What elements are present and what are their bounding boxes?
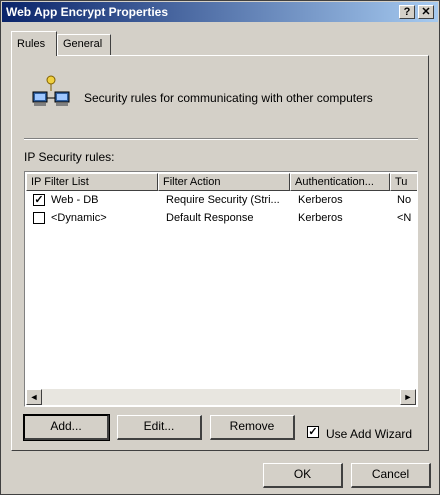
cell-filter-action: Require Security (Stri... <box>166 194 280 206</box>
separator <box>24 138 418 140</box>
use-add-wizard-label: Use Add Wizard <box>326 427 413 441</box>
description-text: Security rules for communicating with ot… <box>84 91 373 105</box>
cell-filter-list: Web - DB <box>51 194 99 206</box>
ip-rules-list[interactable]: IP Filter List Filter Action Authenticat… <box>24 171 418 407</box>
table-row[interactable]: ✓ Web - DB Require Security (Stri... Ker… <box>26 192 417 210</box>
table-row[interactable]: <Dynamic> Default Response Kerberos <N <box>26 210 417 228</box>
ip-security-rules-label: IP Security rules: <box>24 150 115 164</box>
cell-tunnel: No <box>397 194 412 206</box>
scroll-left-icon[interactable]: ◄ <box>26 389 42 405</box>
properties-dialog: Web App Encrypt Properties ? ✕ Rules Gen… <box>0 0 440 495</box>
cell-tunnel: <N <box>397 212 412 224</box>
cell-filter-list: <Dynamic> <box>51 212 107 224</box>
cell-authentication: Kerberos <box>298 212 343 224</box>
rule-checkbox-unchecked[interactable] <box>33 212 45 224</box>
add-button[interactable]: Add... <box>23 414 110 441</box>
rule-checkbox-checked[interactable]: ✓ <box>33 194 45 206</box>
horizontal-scrollbar[interactable]: ◄ ► <box>26 389 416 405</box>
column-header-authentication[interactable]: Authentication... <box>290 173 390 191</box>
ok-button[interactable]: OK <box>263 463 343 488</box>
cell-authentication: Kerberos <box>298 194 343 206</box>
column-header-filter-action[interactable]: Filter Action <box>158 173 290 191</box>
scroll-right-icon[interactable]: ► <box>400 389 416 405</box>
tab-rules-label: Rules <box>17 38 46 50</box>
tab-rules[interactable]: Rules <box>11 31 57 56</box>
tab-general-label: General <box>63 38 103 50</box>
title-bar[interactable]: Web App Encrypt Properties ? ✕ <box>2 2 438 22</box>
window-title: Web App Encrypt Properties <box>6 5 169 19</box>
network-computers-icon <box>32 75 70 106</box>
column-header-tunnel[interactable]: Tu <box>390 173 417 191</box>
edit-button[interactable]: Edit... <box>117 415 202 440</box>
cell-filter-action: Default Response <box>166 212 254 224</box>
close-button[interactable]: ✕ <box>418 5 434 19</box>
column-header-ip-filter-list[interactable]: IP Filter List <box>26 173 158 191</box>
remove-button[interactable]: Remove <box>210 415 295 440</box>
tab-general[interactable]: General <box>57 34 111 55</box>
help-button[interactable]: ? <box>399 5 415 19</box>
use-add-wizard-checkbox[interactable]: ✓ <box>307 426 319 438</box>
cancel-button[interactable]: Cancel <box>351 463 431 488</box>
